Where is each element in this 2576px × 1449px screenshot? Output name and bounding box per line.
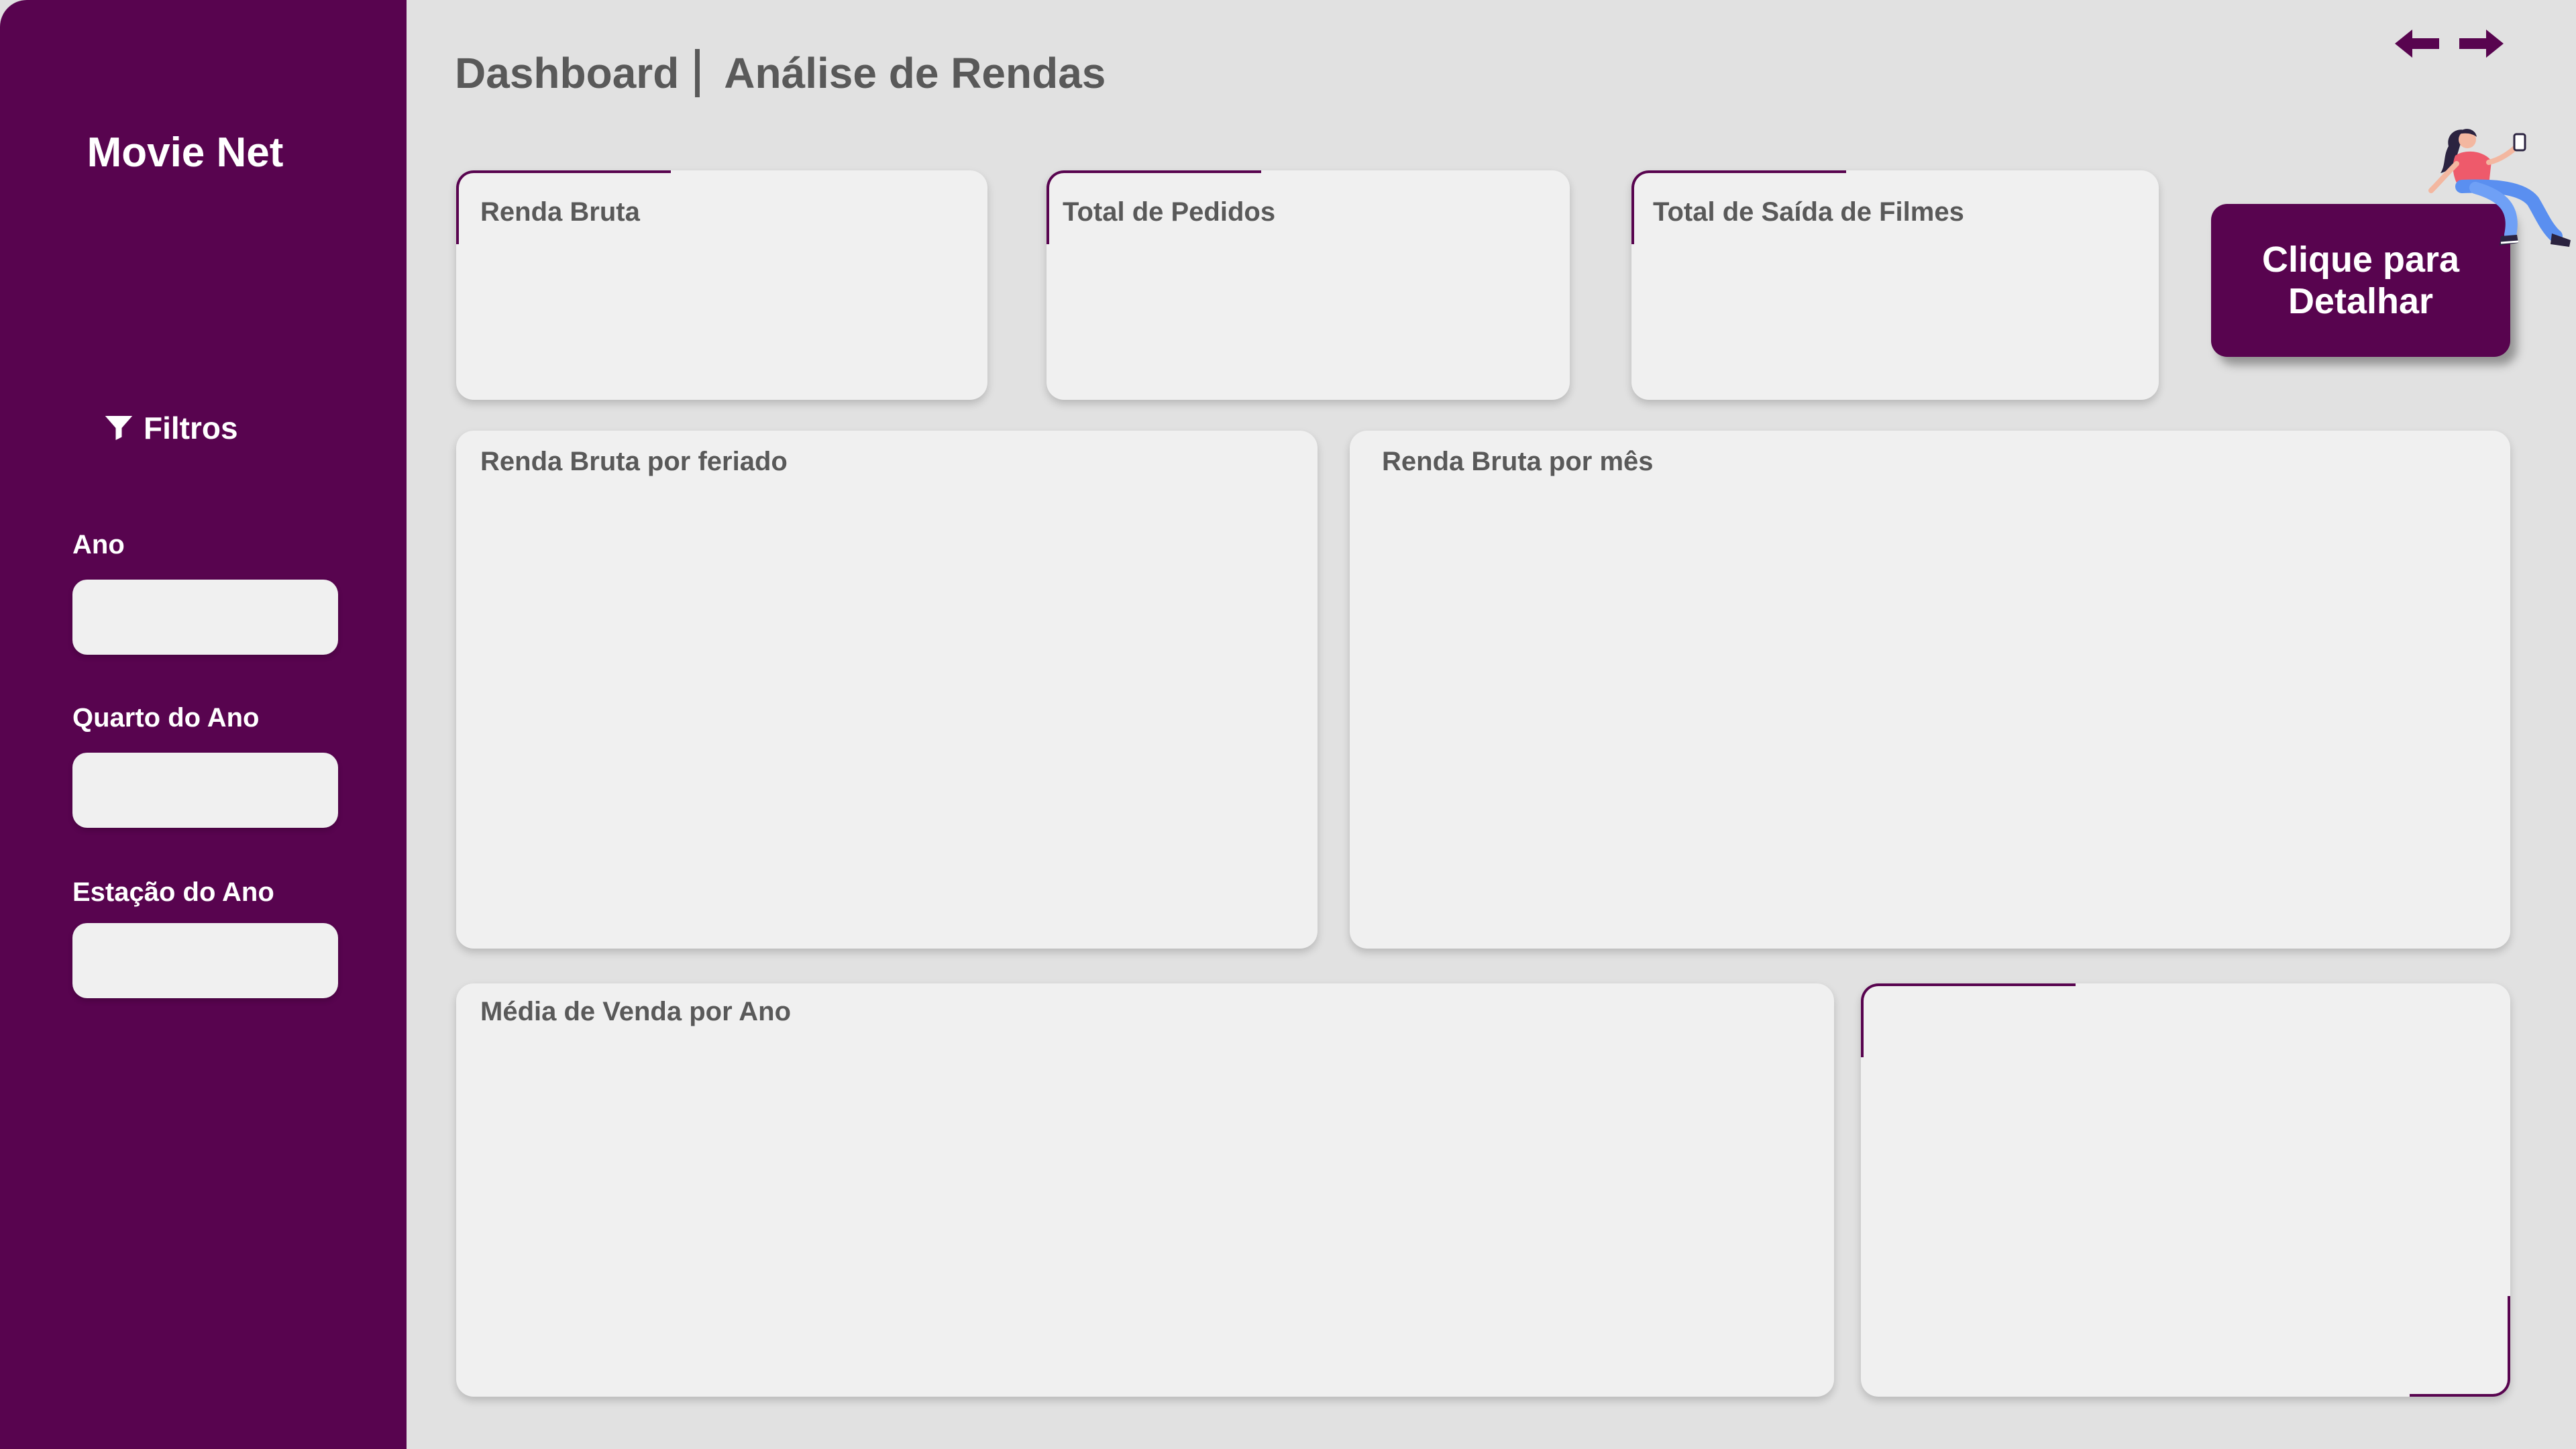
kpi-card-total-pedidos: Total de Pedidos [1046,170,1570,400]
filter-icon [105,416,133,440]
arrow-right-icon[interactable] [2457,27,2506,60]
person-illustration-icon [2428,129,2571,247]
page-subtitle: Análise de Rendas [724,49,1106,97]
chart-title-renda-feriado: Renda Bruta por feriado [480,447,788,476]
chart-title-media-venda-ano: Média de Venda por Ano [480,997,792,1026]
kpi-card-renda-bruta: Renda Bruta [456,170,987,400]
chart-card-media-venda-ano: Média de Venda por Ano [456,983,1834,1397]
kpi-title-renda-bruta: Renda Bruta [480,197,640,227]
chart-card-renda-feriado: Renda Bruta por feriado [456,431,1318,949]
filter-estacao-select[interactable] [72,923,338,998]
card-corner-accent [2410,1296,2510,1397]
chart-card-renda-mes: Renda Bruta por mês [1350,431,2510,949]
sidebar: Movie Net Filtros Ano Quarto do Ano Esta… [0,0,407,1449]
arrow-left-icon[interactable] [2392,27,2442,60]
brand-title: Movie Net [87,129,284,176]
kpi-card-saida-filmes: Total de Saída de Filmes [1631,170,2159,400]
detail-button-label-2: Detalhar [2288,281,2434,321]
kpi-title-total-pedidos: Total de Pedidos [1063,197,1276,227]
title-divider [695,49,700,97]
filters-title: Filtros [144,411,238,445]
filter-label-estacao: Estação do Ano [72,877,274,907]
filters-header: Filtros [101,409,238,447]
info-card [1861,983,2510,1397]
chart-title-renda-mes: Renda Bruta por mês [1382,447,1654,476]
filter-quarto-select[interactable] [72,753,338,828]
page-header: Dashboard Análise de Rendas [455,48,1106,98]
filter-label-quarto: Quarto do Ano [72,703,260,733]
page-title: Dashboard [455,49,680,97]
kpi-title-saida-filmes: Total de Saída de Filmes [1653,197,1964,227]
filter-ano-select[interactable] [72,580,338,655]
filter-label-ano: Ano [72,530,125,559]
